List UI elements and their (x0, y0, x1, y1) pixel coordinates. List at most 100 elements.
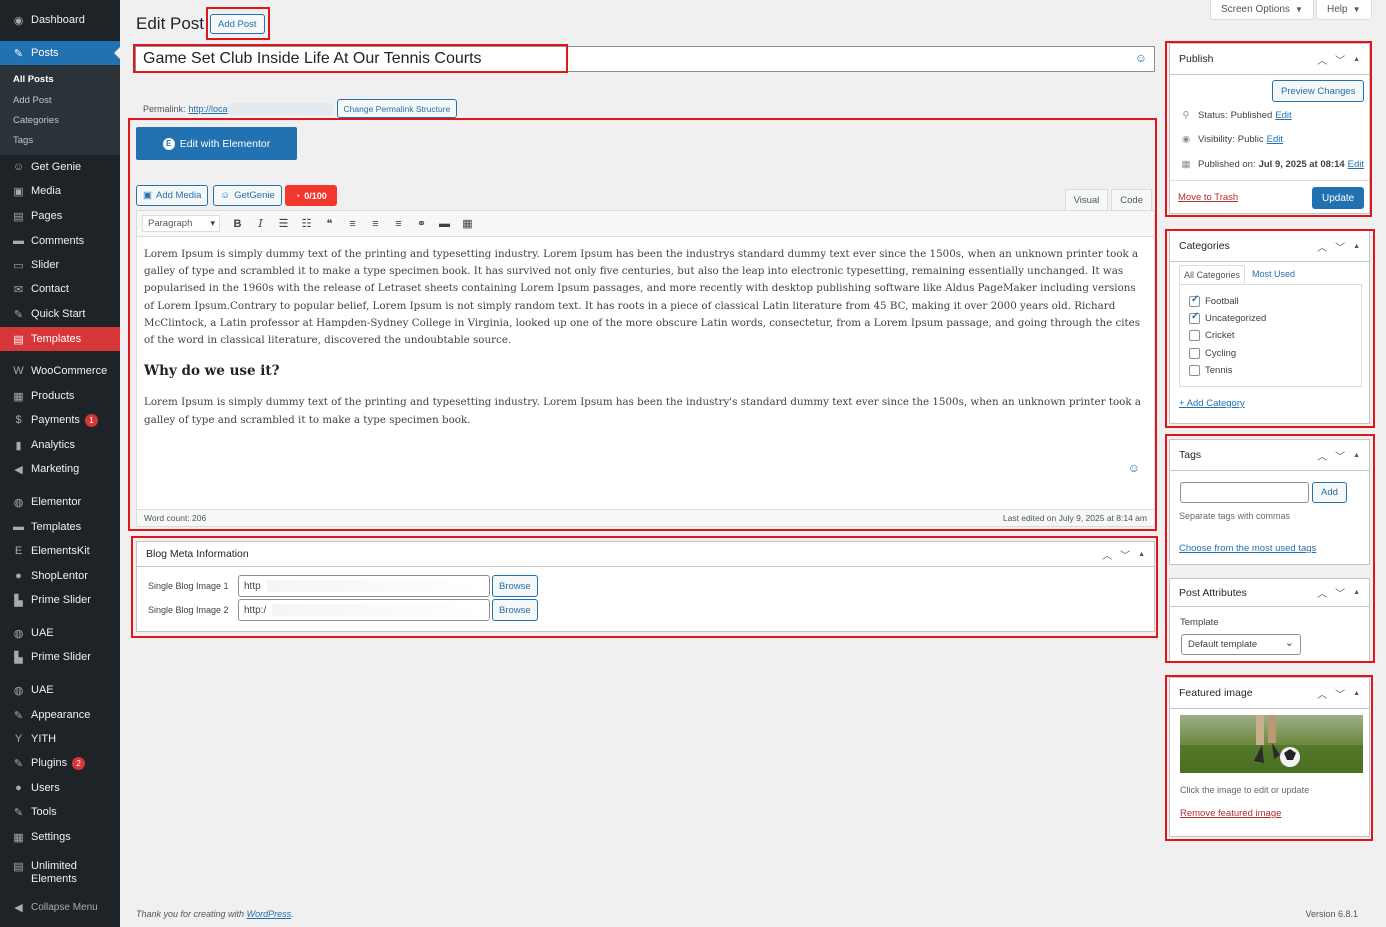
remove-featured-image-link[interactable]: Remove featured image (1180, 808, 1281, 819)
category-item[interactable]: Cycling (1189, 348, 1236, 359)
wordpress-link[interactable]: WordPress (247, 909, 292, 919)
toolbar-toggle-icon[interactable]: ▦ (456, 217, 479, 230)
triangle-up-icon[interactable]: ▲ (1353, 690, 1360, 697)
sidebar-item-pages[interactable]: ▤ Pages (0, 204, 120, 228)
edit-status-link[interactable]: Edit (1275, 110, 1291, 121)
sidebar-item-users[interactable]: ● Users (0, 776, 120, 800)
read-more-icon[interactable]: ▬ (433, 218, 456, 230)
screen-options-button[interactable]: Screen Options ▼ (1210, 0, 1314, 20)
sidebar-item-yith[interactable]: Y YITH (0, 727, 120, 751)
triangle-up-icon[interactable]: ▲ (1353, 589, 1360, 596)
sidebar-item-uae[interactable]: ◍ UAE (0, 621, 120, 645)
choose-tags-link[interactable]: Choose from the most used tags (1179, 543, 1316, 554)
browse-button[interactable]: Browse (492, 575, 538, 597)
blockquote-icon[interactable]: ❝ (318, 217, 341, 230)
sidebar-item-slider[interactable]: ▭ Slider (0, 253, 120, 277)
sidebar-item-templates[interactable]: ▬ Templates (0, 515, 120, 539)
numbered-list-icon[interactable]: ☷ (295, 217, 318, 230)
link-icon[interactable]: ⚭ (410, 217, 433, 230)
seo-score-button[interactable]: ◔ 0/100 (284, 185, 337, 206)
category-checkbox[interactable] (1189, 294, 1200, 307)
sidebar-item-appearance[interactable]: ✎ Appearance (0, 703, 120, 727)
genie-icon[interactable]: ☺ (1135, 51, 1147, 65)
chevron-up-icon[interactable]: ︿ (1317, 52, 1327, 67)
sidebar-item-shoplentor[interactable]: ● ShopLentor (0, 564, 120, 588)
category-checkbox[interactable] (1189, 365, 1200, 376)
add-post-button[interactable]: Add Post (210, 14, 265, 34)
submenu-add-post[interactable]: Add Post (0, 90, 120, 110)
tab-code[interactable]: Code (1111, 189, 1152, 210)
help-button[interactable]: Help ▼ (1316, 0, 1372, 20)
sidebar-item-comments[interactable]: ▬ Comments (0, 229, 120, 253)
browse-button[interactable]: Browse (492, 599, 538, 621)
format-select[interactable]: Paragraph (142, 215, 220, 232)
bold-icon[interactable]: B (226, 218, 249, 230)
genie-icon[interactable]: ☺ (1128, 461, 1140, 475)
editor-content[interactable]: Lorem Ipsum is simply dummy text of the … (137, 237, 1154, 438)
sidebar-item-elementskit[interactable]: Ε ElementsKit (0, 539, 120, 563)
chevron-up-icon[interactable]: ︿ (1317, 686, 1327, 701)
category-checkbox[interactable] (1189, 330, 1200, 341)
submenu-all-posts[interactable]: All Posts (0, 69, 120, 89)
edit-with-elementor-button[interactable]: E Edit with Elementor (136, 127, 297, 160)
triangle-up-icon[interactable]: ▲ (1138, 551, 1145, 558)
sidebar-item-marketing[interactable]: ◀ Marketing (0, 457, 120, 481)
edit-date-link[interactable]: Edit (1348, 159, 1364, 170)
category-item[interactable]: Football (1189, 294, 1239, 307)
preview-changes-button[interactable]: Preview Changes (1272, 80, 1365, 102)
category-item[interactable]: Uncategorized (1189, 311, 1266, 324)
sidebar-item-prime-slider[interactable]: ▙ Prime Slider (0, 645, 120, 669)
submenu-categories[interactable]: Categories (0, 110, 120, 130)
chevron-down-icon[interactable]: ﹀ (1335, 52, 1345, 67)
sidebar-item-elementor[interactable]: ◍ Elementor (0, 490, 120, 514)
tab-most-used[interactable]: Most Used (1248, 265, 1299, 285)
template-select[interactable]: Default template (1181, 634, 1301, 655)
triangle-up-icon[interactable]: ▲ (1353, 452, 1360, 459)
triangle-up-icon[interactable]: ▲ (1353, 243, 1360, 250)
chevron-up-icon[interactable]: ︿ (1317, 585, 1327, 600)
triangle-up-icon[interactable]: ▲ (1353, 56, 1360, 63)
sidebar-item-analytics[interactable]: ▮ Analytics (0, 433, 120, 457)
tab-visual[interactable]: Visual (1064, 189, 1109, 210)
featured-image[interactable] (1180, 715, 1363, 773)
sidebar-item-payments[interactable]: $ Payments 1 (0, 408, 120, 432)
add-media-button[interactable]: ▣ Add Media (136, 185, 209, 206)
chevron-up-icon[interactable]: ︿ (1317, 448, 1327, 463)
change-permalink-button[interactable]: Change Permalink Structure (336, 99, 458, 118)
chevron-up-icon[interactable]: ︿ (1102, 547, 1112, 562)
sidebar-item-posts[interactable]: ✎ Posts (0, 41, 120, 65)
chevron-down-icon[interactable]: ﹀ (1335, 585, 1345, 600)
sidebar-item-unlimited-elements[interactable]: ▤ Unlimited Elements (0, 860, 120, 892)
sidebar-item-products[interactable]: ▦ Products (0, 384, 120, 408)
sidebar-item-media[interactable]: ▣ Media (0, 179, 120, 203)
blog-image-1-input[interactable]: http (238, 575, 490, 597)
blog-image-2-input[interactable]: http:/ (238, 599, 490, 621)
sidebar-item-settings[interactable]: ▦ Settings (0, 825, 120, 849)
italic-icon[interactable]: I (249, 217, 272, 230)
align-left-icon[interactable]: ≡ (341, 218, 364, 230)
tab-all-categories[interactable]: All Categories (1179, 265, 1246, 285)
chevron-up-icon[interactable]: ︿ (1317, 239, 1327, 254)
collapse-menu-button[interactable]: ◀ Collapse Menu (0, 895, 120, 919)
add-category-link[interactable]: + Add Category (1179, 398, 1245, 409)
update-button[interactable]: Update (1312, 187, 1365, 209)
sidebar-item-quick-start[interactable]: ✎ Quick Start (0, 302, 120, 326)
post-title-input[interactable]: Game Set Club Inside Life At Our Tennis … (135, 46, 1155, 72)
permalink-link[interactable]: http://loca (189, 104, 228, 114)
sidebar-item-prime-slider[interactable]: ▙ Prime Slider (0, 588, 120, 612)
category-item[interactable]: Cricket (1189, 330, 1235, 341)
sidebar-item-get-genie[interactable]: ☺ Get Genie (0, 155, 120, 179)
submenu-tags[interactable]: Tags (0, 130, 120, 150)
chevron-down-icon[interactable]: ﹀ (1335, 686, 1345, 701)
sidebar-item-tools[interactable]: ✎ Tools (0, 800, 120, 824)
sidebar-item-dashboard[interactable]: ◉ Dashboard (0, 8, 120, 32)
sidebar-item-woocommerce[interactable]: W WooCommerce (0, 359, 120, 383)
align-center-icon[interactable]: ≡ (364, 218, 387, 230)
add-tag-button[interactable]: Add (1312, 482, 1347, 503)
bullet-list-icon[interactable]: ☰ (272, 217, 295, 230)
sidebar-item-plugins[interactable]: ✎ Plugins 2 (0, 751, 120, 775)
category-checkbox[interactable] (1189, 348, 1200, 359)
edit-visibility-link[interactable]: Edit (1267, 134, 1283, 145)
align-right-icon[interactable]: ≡ (387, 218, 410, 230)
category-item[interactable]: Tennis (1189, 365, 1232, 376)
